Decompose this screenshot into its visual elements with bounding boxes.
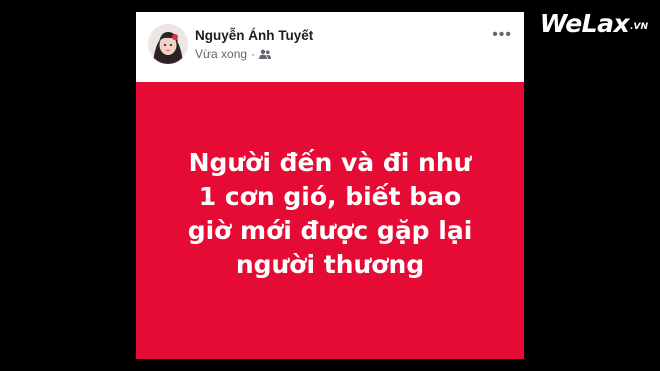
avatar-photo-icon <box>148 24 188 64</box>
watermark-brand: WeLax <box>539 9 630 38</box>
more-horizontal-icon: ••• <box>492 26 512 43</box>
post-status-text: Người đến và đi như 1 cơn gió, biết bao … <box>187 147 473 279</box>
facebook-post-card: Nguyễn Ánh Tuyết Vừa xong · ••• Người đế… <box>136 12 524 359</box>
post-meta: Vừa xong · <box>195 47 272 61</box>
friends-icon[interactable] <box>259 49 272 59</box>
video-frame: WeLax .VN Nguyễn Ánh Tuyết Vừa xong · ••… <box>0 0 660 371</box>
post-background: Người đến và đi như 1 cơn gió, biết bao … <box>136 82 524 359</box>
avatar[interactable] <box>148 24 188 64</box>
meta-separator: · <box>251 47 256 61</box>
author-name-link[interactable]: Nguyễn Ánh Tuyết <box>195 28 313 43</box>
watermark-domain: .VN <box>630 22 648 32</box>
post-header: Nguyễn Ánh Tuyết Vừa xong · ••• <box>136 12 524 82</box>
welax-watermark-logo: WeLax .VN <box>540 10 648 38</box>
more-options-button[interactable]: ••• <box>492 27 512 43</box>
post-timestamp-link[interactable]: Vừa xong <box>195 47 247 61</box>
